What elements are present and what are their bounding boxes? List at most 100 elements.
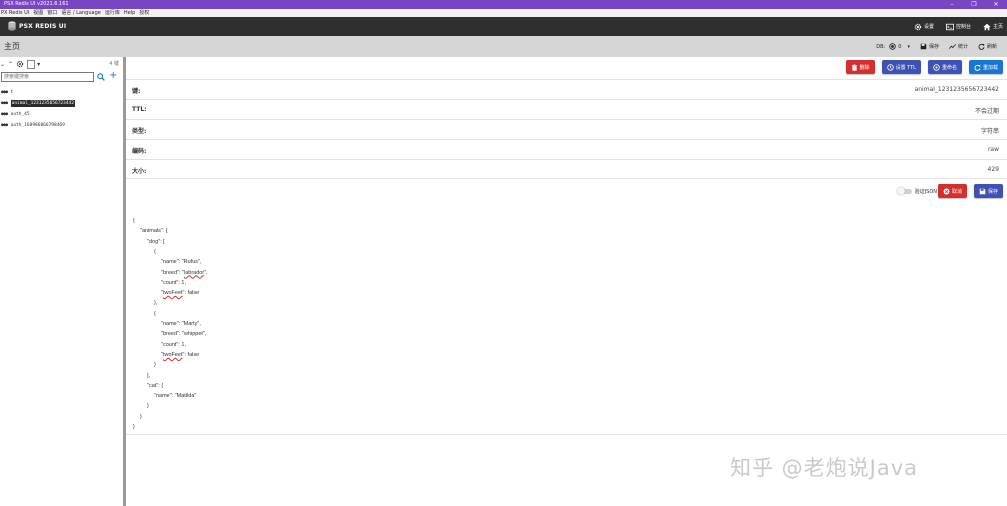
- info-row-type: 类型: 字符串: [126, 119, 1007, 139]
- code-line: },: [154, 300, 158, 307]
- nav-console-label: 控制台: [955, 24, 971, 30]
- code-line: {: [133, 218, 135, 224]
- menu-bar: PX Redis UI 视图 窗口 语言 / Language 运行库 Help…: [0, 9, 1007, 17]
- sidebar: ⌄ ⌃ ▾ 4 键 + ●●●t ●●●animal_1231235656723…: [0, 57, 123, 506]
- gear-icon[interactable]: [16, 60, 24, 68]
- db-radio-icon: [889, 43, 896, 50]
- timer-icon: [886, 63, 894, 71]
- page-header: 主页 DB: 0 ▾ 保存 统计 刷新: [0, 36, 1007, 57]
- save-value-label: 保存: [987, 188, 998, 195]
- reload-label: 重加载: [982, 64, 998, 71]
- info-label: TTL:: [132, 106, 147, 113]
- save-db-label: 保存: [928, 44, 939, 50]
- code-line: "count": 1,: [161, 279, 187, 286]
- menu-help[interactable]: Help: [124, 9, 135, 17]
- set-ttl-button[interactable]: 设置 TTL: [881, 60, 921, 74]
- code-line: }: [140, 413, 142, 420]
- reload-key-button[interactable]: 重加载: [968, 60, 1003, 74]
- key-dots-icon: ●●●: [1, 123, 8, 128]
- search-row: +: [0, 70, 123, 83]
- menu-window[interactable]: 窗口: [47, 9, 57, 17]
- rename-icon: [933, 63, 940, 71]
- nav-home[interactable]: 主页: [983, 23, 1003, 31]
- code-line: "dog": [: [147, 238, 165, 245]
- search-input[interactable]: [1, 72, 94, 82]
- rename-key-button[interactable]: 重命名: [927, 60, 962, 74]
- refresh-icon: [974, 64, 981, 71]
- cancel-label: 取消: [951, 188, 962, 195]
- code-line: ],: [147, 372, 151, 379]
- key-actions: 删除 设置 TTL 重命名 重加载: [839, 60, 1003, 74]
- save-value-button[interactable]: 保存: [973, 184, 1003, 198]
- code-line: "cat": {: [147, 382, 164, 389]
- app-bar: PSX REDIS UI 设置 控制台 主页: [0, 17, 1007, 36]
- menu-runtime[interactable]: 运行库: [105, 9, 120, 17]
- menu-view[interactable]: 视图: [33, 9, 43, 17]
- code-line: "animals": {: [140, 228, 168, 235]
- nav-settings[interactable]: 设置: [914, 23, 934, 31]
- floppy-icon: [979, 188, 986, 194]
- stats-button[interactable]: 统计: [948, 43, 968, 50]
- brand-name: PSX REDIS UI: [19, 22, 67, 30]
- list-item[interactable]: ●●● t: [0, 87, 123, 98]
- key-dots-icon: ●●●: [1, 90, 8, 95]
- rename-label: 重命名: [941, 64, 957, 71]
- sidebar-toolbar: ⌄ ⌃ ▾ 4 键: [0, 59, 123, 69]
- trash-icon: [851, 63, 857, 71]
- code-line: }: [147, 403, 149, 410]
- info-row-encoding: 编码: raw: [126, 139, 1007, 159]
- app-nav: 设置 控制台 主页: [902, 17, 1003, 36]
- code-line: "name": "Marty",: [161, 321, 201, 327]
- key-dots-icon: ●●●: [1, 112, 8, 117]
- minimize-button[interactable]: –: [941, 0, 963, 9]
- brand: PSX REDIS UI: [8, 21, 66, 31]
- maximize-button[interactable]: ❐: [963, 0, 985, 9]
- key-name: t: [10, 90, 14, 95]
- delete-key-button[interactable]: 删除: [845, 60, 875, 74]
- code-line: }: [154, 362, 156, 369]
- code-line: "twoFeet": false: [161, 351, 200, 358]
- set-ttl-label: 设置 TTL: [895, 64, 916, 71]
- editor-actions: 取消 保存: [931, 184, 1003, 198]
- search-icon[interactable]: [97, 73, 105, 81]
- expand-all-button[interactable]: ⌃: [8, 61, 13, 68]
- db-selector[interactable]: DB: 0 ▾: [876, 43, 910, 50]
- info-value: animal_1231235656723442: [914, 86, 999, 93]
- gear-icon: [914, 23, 922, 30]
- nav-settings-label: 设置: [923, 24, 934, 30]
- select-box[interactable]: [27, 59, 36, 69]
- json-value-editor[interactable]: {"animals": {"dog": [{"name": "Rufus", "b…: [126, 212, 1007, 435]
- db-toolbar: DB: 0 ▾ 保存 统计 刷新: [876, 36, 1007, 57]
- menu-license[interactable]: 授权: [139, 9, 149, 17]
- close-window-button[interactable]: ✕: [985, 0, 1007, 9]
- list-item[interactable]: ●●● auth_168986866798469: [0, 120, 123, 131]
- key-count: 4 键: [109, 61, 119, 67]
- menu-app[interactable]: PX Redis UI: [1, 9, 29, 17]
- cancel-button[interactable]: 取消: [937, 184, 967, 198]
- db-label: DB:: [876, 43, 886, 50]
- code-line: "name": "Rufus",: [161, 259, 202, 266]
- list-item[interactable]: ●●● auth_45: [0, 109, 123, 120]
- code-line: "count": 1,: [161, 341, 187, 348]
- refresh-label: 刷新: [986, 44, 997, 50]
- key-list: ●●● t ●●● animal_1231235656723442 ●●● auth_…: [0, 87, 123, 131]
- add-key-button[interactable]: +: [109, 70, 117, 82]
- sidebar-caret[interactable]: ▾: [37, 61, 40, 68]
- database-logo-icon: [8, 21, 16, 31]
- refresh-button[interactable]: 刷新: [978, 43, 997, 50]
- chart-line-icon: [948, 44, 956, 49]
- collapse-all-button[interactable]: ⌄: [0, 61, 5, 68]
- floppy-icon: [920, 43, 927, 50]
- list-item[interactable]: ●●● animal_1231235656723442: [0, 98, 123, 109]
- menu-language[interactable]: 语言 / Language: [61, 9, 101, 17]
- key-name: auth_45: [10, 112, 30, 117]
- key-info-table: 键: animal_1231235656723442 TTL: 不会过期 类型:…: [126, 79, 1007, 179]
- info-value: 不会过期: [974, 108, 999, 115]
- cancel-icon: [943, 188, 950, 194]
- db-caret: ▾: [907, 43, 910, 50]
- delete-label: 删除: [859, 64, 870, 71]
- info-label: 键:: [132, 88, 141, 95]
- editor-toolbar: 验证JSON 取消 保存: [126, 181, 1007, 201]
- save-db-button[interactable]: 保存: [920, 43, 939, 50]
- nav-console[interactable]: 控制台: [945, 23, 971, 31]
